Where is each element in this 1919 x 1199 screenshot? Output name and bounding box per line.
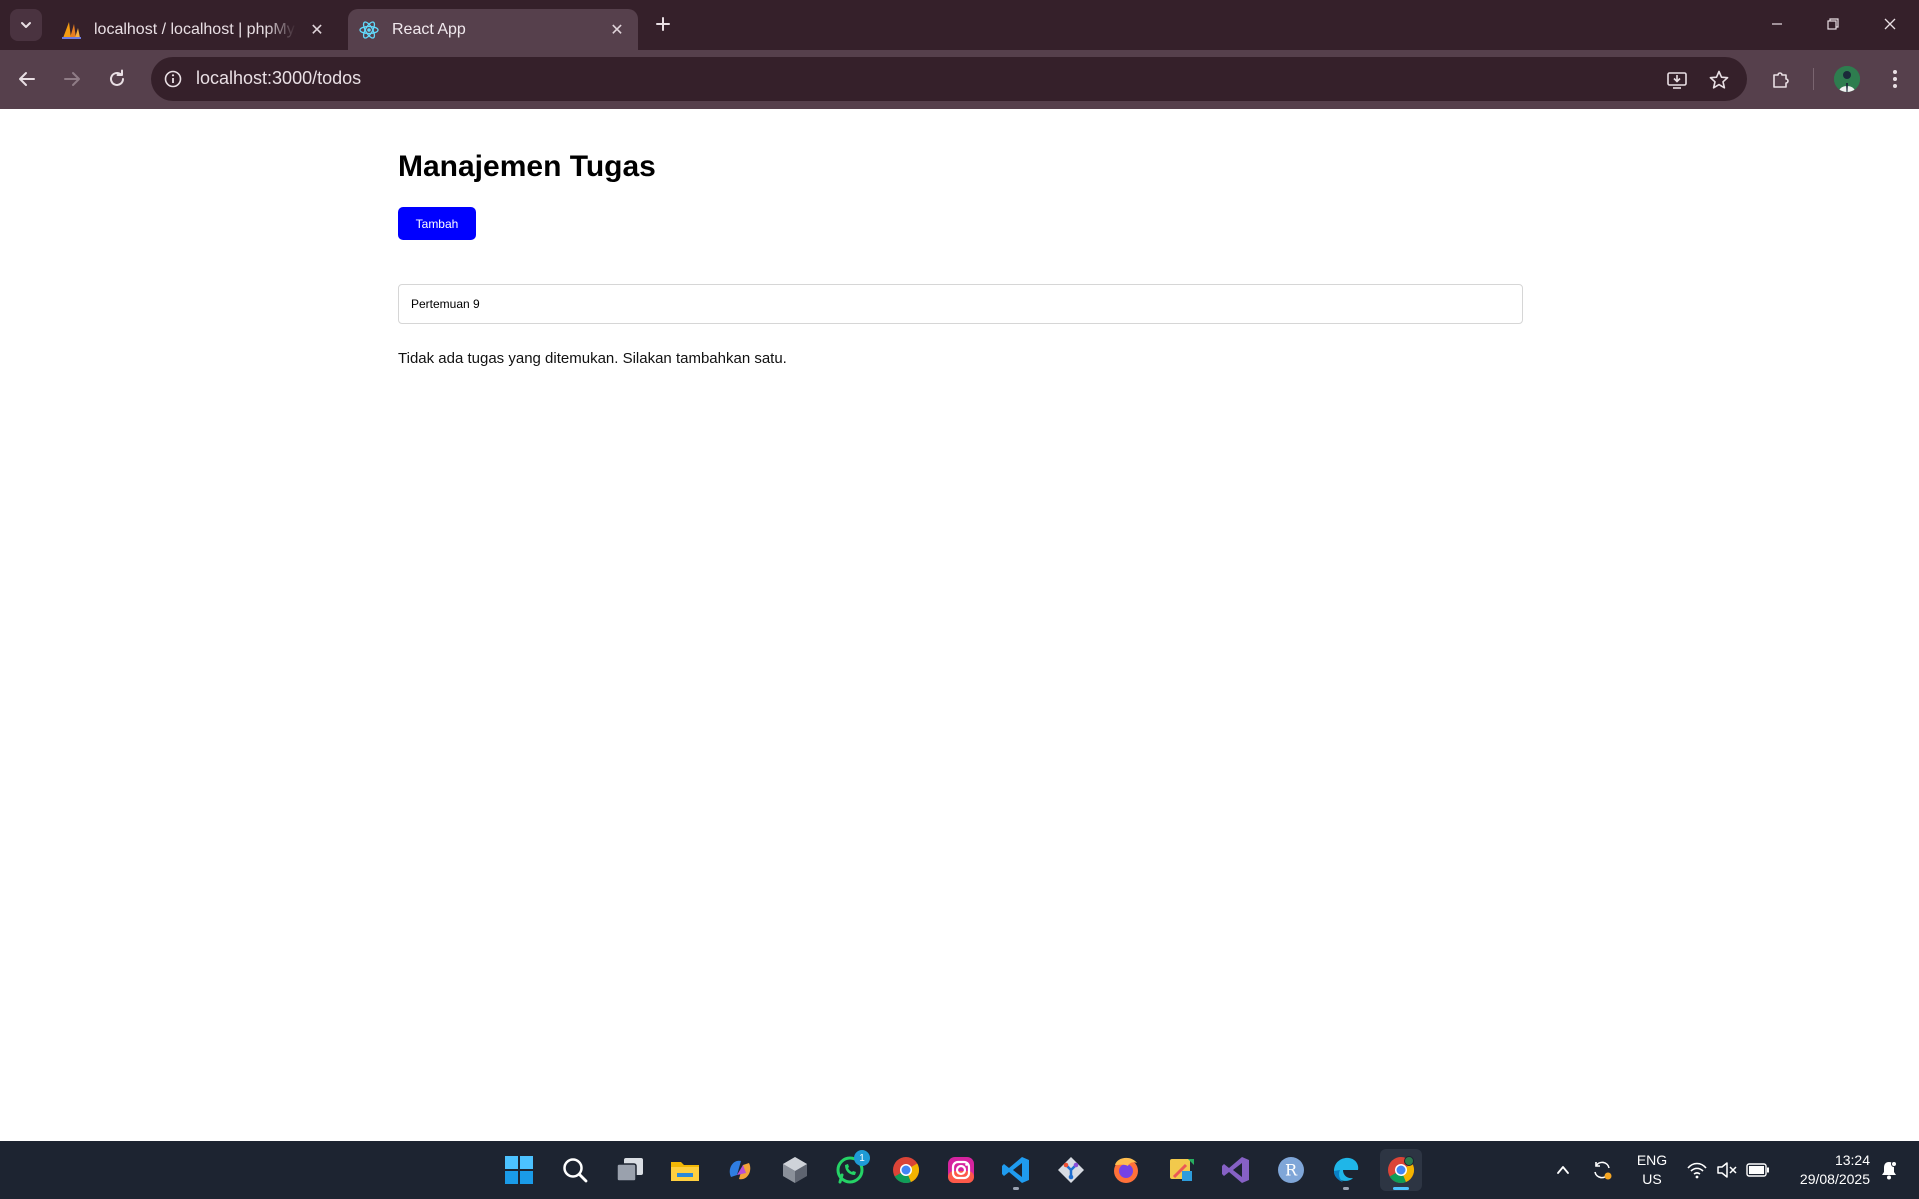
git-icon[interactable] — [1050, 1149, 1092, 1191]
language-indicator[interactable]: ENG US — [1630, 1151, 1674, 1189]
instagram-icon[interactable] — [940, 1149, 982, 1191]
chrome-active-icon[interactable] — [1380, 1149, 1422, 1191]
back-button[interactable] — [11, 63, 43, 95]
address-bar[interactable]: localhost:3000/todos — [151, 57, 1747, 101]
chrome-icon[interactable] — [885, 1149, 927, 1191]
running-indicator — [1343, 1187, 1349, 1190]
bookmark-star-icon[interactable] — [1706, 67, 1732, 93]
arrow-right-icon — [64, 72, 80, 86]
visual-studio-icon[interactable] — [1215, 1149, 1257, 1191]
tab-title: localhost / localhost | phpMyAdmin — [94, 20, 296, 38]
window-close-button[interactable] — [1870, 6, 1910, 42]
chevron-down-icon — [21, 22, 31, 28]
forward-button[interactable] — [56, 63, 88, 95]
copilot-icon[interactable] — [719, 1149, 761, 1191]
whatsapp-icon[interactable]: 1 — [829, 1149, 871, 1191]
tab-search-button[interactable] — [10, 9, 42, 41]
minimize-button[interactable] — [1757, 6, 1797, 42]
clock-date: 29/08/2025 — [1799, 1171, 1870, 1187]
more-vertical-icon — [1893, 70, 1897, 88]
tab-phpmyadmin[interactable]: localhost / localhost | phpMyAdmin ✕ — [50, 9, 338, 50]
sync-icon[interactable] — [1588, 1141, 1616, 1199]
system-clock[interactable]: 13:24 29/08/2025 — [1776, 1151, 1870, 1189]
address-url[interactable]: localhost:3000/todos — [196, 68, 361, 89]
puzzle-icon — [1773, 72, 1789, 88]
clock-time: 13:24 — [1834, 1152, 1870, 1168]
svg-text:R: R — [1285, 1161, 1298, 1180]
plus-icon — [656, 17, 670, 31]
reload-button[interactable] — [101, 63, 133, 95]
windows-taskbar: 1 R ENG US 13:24 29/08/2025 — [0, 1141, 1919, 1199]
notification-bell-icon[interactable] — [1876, 1141, 1902, 1199]
minimize-icon — [1772, 23, 1782, 25]
browser-tab-strip: localhost / localhost | phpMyAdmin ✕ Rea… — [0, 0, 1919, 50]
edge-icon[interactable] — [1325, 1149, 1367, 1191]
close-icon[interactable]: ✕ — [606, 19, 628, 41]
tab-react-app[interactable]: React App ✕ — [348, 9, 638, 50]
add-task-button[interactable]: Tambah — [398, 207, 476, 240]
firefox-icon[interactable] — [1105, 1149, 1147, 1191]
wifi-icon[interactable] — [1684, 1141, 1710, 1199]
toolbar-divider — [1813, 68, 1814, 90]
windows-start-icon[interactable] — [498, 1149, 540, 1191]
battery-icon[interactable] — [1744, 1141, 1772, 1199]
keyboard-layout: US — [1642, 1171, 1662, 1187]
search-icon[interactable] — [554, 1149, 596, 1191]
tab-title: React App — [392, 20, 466, 38]
task-input[interactable] — [398, 284, 1523, 324]
restore-button[interactable] — [1813, 6, 1853, 42]
running-indicator — [1013, 1187, 1019, 1190]
notification-badge: 1 — [854, 1150, 870, 1166]
empty-state-message: Tidak ada tugas yang ditemukan. Silakan … — [398, 350, 787, 367]
chevron-up-icon[interactable] — [1551, 1141, 1575, 1199]
volume-muted-icon[interactable] — [1714, 1141, 1740, 1199]
unity-icon[interactable] — [774, 1149, 816, 1191]
page-content: Manajemen Tugas Tambah Tidak ada tugas y… — [0, 109, 1919, 1141]
close-icon — [1884, 18, 1896, 30]
chrome-menu-button[interactable] — [1879, 63, 1911, 95]
folder-icon[interactable] — [664, 1149, 706, 1191]
language-code: ENG — [1636, 1152, 1668, 1168]
new-tab-button[interactable] — [651, 12, 675, 36]
profile-avatar[interactable] — [1834, 66, 1860, 92]
restore-icon — [1827, 18, 1839, 30]
arrow-left-icon — [19, 72, 35, 86]
react-atom-icon — [358, 19, 380, 41]
extensions-button[interactable] — [1765, 63, 1797, 95]
site-info-icon[interactable] — [159, 65, 187, 93]
close-icon[interactable]: ✕ — [306, 19, 328, 41]
phpmyadmin-sail-icon — [60, 19, 82, 41]
page-title: Manajemen Tugas — [398, 150, 656, 183]
tool-icon[interactable] — [1160, 1149, 1202, 1191]
browser-toolbar: localhost:3000/todos — [0, 50, 1919, 109]
install-app-icon[interactable] — [1664, 67, 1690, 93]
reload-icon — [110, 69, 124, 86]
vscode-icon[interactable] — [995, 1149, 1037, 1191]
running-indicator — [1393, 1187, 1409, 1190]
r-icon[interactable]: R — [1270, 1149, 1312, 1191]
task-view-icon[interactable] — [609, 1149, 651, 1191]
